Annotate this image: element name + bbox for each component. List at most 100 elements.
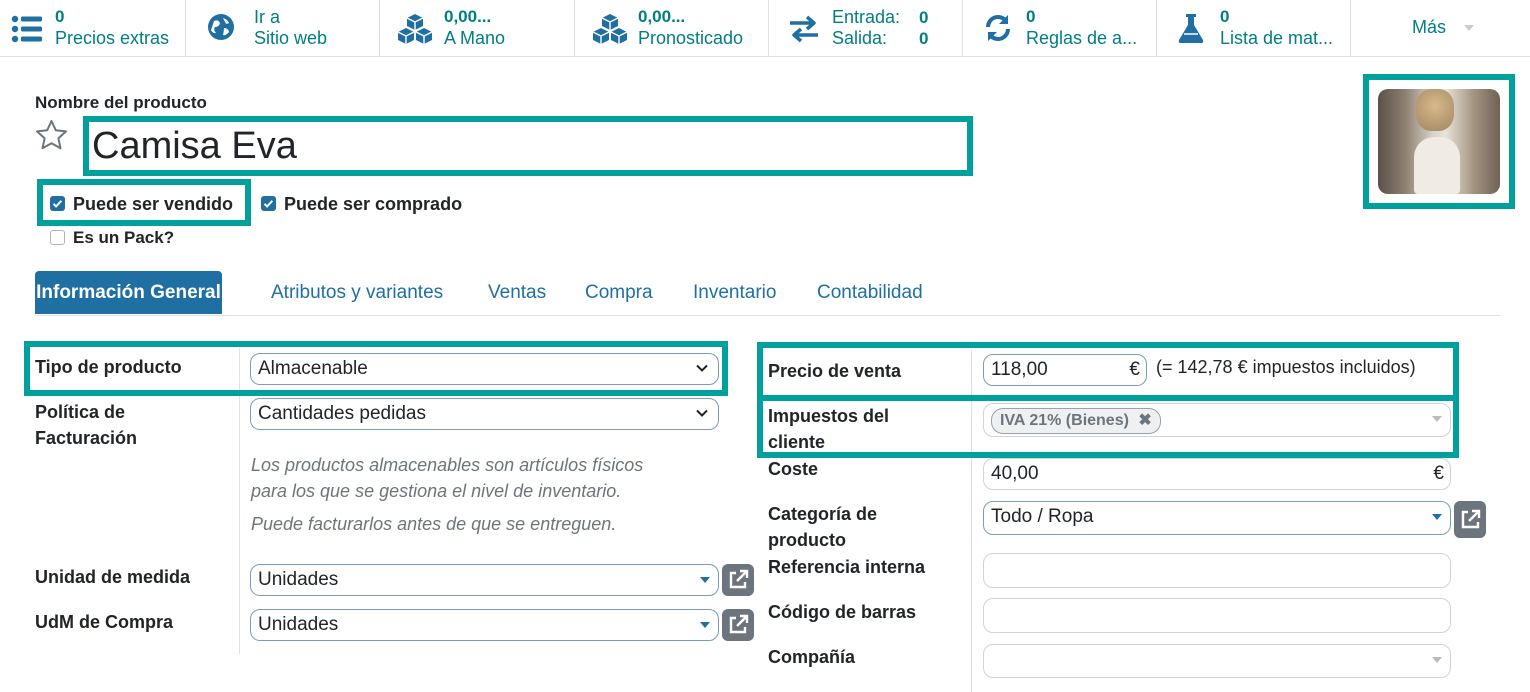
- external-link-icon: [729, 569, 749, 589]
- barcode-label: Código de barras: [768, 602, 917, 622]
- category-label-2: producto: [768, 530, 846, 550]
- product-name-label: Nombre del producto: [35, 93, 207, 112]
- star-icon[interactable]: [35, 119, 68, 152]
- smart-button-bar: 0 Precios extras Ir a Sitio web 0,00... …: [0, 0, 1530, 57]
- forecasted-button[interactable]: 0,00... Pronosticado: [575, 0, 769, 56]
- notebook-tabs: Información General Atributos y variante…: [35, 271, 1500, 316]
- external-link-icon: [1461, 509, 1481, 529]
- website-label: Sitio web: [254, 28, 328, 48]
- outgoing-count: 0: [919, 29, 929, 48]
- company-input[interactable]: [983, 644, 1451, 678]
- tax-tag-label: IVA 21% (Bienes): [1000, 412, 1129, 429]
- category-input[interactable]: Todo / Ropa: [983, 501, 1451, 535]
- on-hand-button[interactable]: 0,00... A Mano: [380, 0, 575, 56]
- caret-down-icon: [1432, 657, 1442, 663]
- bom-label: Lista de mat...: [1220, 28, 1334, 48]
- invoice-policy-help: Puede facturarlos antes de que se entreg…: [251, 514, 617, 534]
- tab-sales[interactable]: Ventas: [488, 271, 546, 314]
- column-divider: [971, 350, 972, 692]
- product-name-input[interactable]: Camisa Eva: [88, 120, 966, 170]
- check-icon: [263, 200, 274, 208]
- cost-value: 40,00: [991, 463, 1039, 484]
- currency-symbol: €: [1433, 463, 1444, 484]
- list-icon: [11, 15, 42, 43]
- external-link-icon: [729, 614, 749, 634]
- chevron-down-icon: [696, 364, 708, 372]
- caret-down-icon: [1432, 514, 1442, 520]
- hair-shape: [1416, 89, 1454, 131]
- invoice-policy-label-1: Política de: [35, 402, 126, 422]
- product-name-value: Camisa Eva: [92, 125, 297, 167]
- tab-accounting[interactable]: Contabilidad: [817, 271, 923, 314]
- cubes-icon: [592, 14, 628, 44]
- uom-input[interactable]: Unidades: [250, 564, 719, 596]
- barcode-input[interactable]: [983, 598, 1451, 633]
- shirt-shape: [1414, 137, 1460, 194]
- customer-taxes-input[interactable]: IVA 21% (Bienes) ✖: [983, 403, 1451, 437]
- is-pack-label: Es un Pack?: [73, 228, 175, 247]
- sale-price-value: 118,00: [991, 359, 1048, 380]
- po-uom-external-link-button[interactable]: [722, 609, 754, 641]
- on-hand-label: A Mano: [444, 28, 506, 48]
- product-type-select[interactable]: Almacenable: [250, 353, 719, 385]
- tab-purchase[interactable]: Compra: [585, 271, 653, 314]
- in-out-button[interactable]: Entrada: 0 Salida: 0: [769, 0, 963, 56]
- globe-icon: [208, 14, 234, 40]
- product-type-help-2: para los que se gestiona el nivel de inv…: [251, 481, 622, 501]
- cost-label: Coste: [768, 459, 819, 479]
- remove-tag-icon[interactable]: ✖: [1138, 412, 1151, 429]
- cubes-icon: [397, 14, 433, 44]
- tab-attributes[interactable]: Atributos y variantes: [271, 271, 443, 314]
- internal-ref-input[interactable]: [983, 553, 1451, 588]
- reorder-rules-label: Reglas de a...: [1026, 28, 1138, 48]
- refresh-icon: [986, 15, 1010, 41]
- product-image[interactable]: [1378, 89, 1500, 194]
- invoice-policy-value: Cantidades pedidas: [258, 403, 426, 424]
- invoice-policy-select[interactable]: Cantidades pedidas: [250, 398, 719, 430]
- uom-external-link-button[interactable]: [722, 564, 754, 596]
- can-be-sold-checkbox[interactable]: [50, 196, 65, 211]
- chevron-down-icon: [1464, 25, 1474, 31]
- customer-taxes-label-1: Impuestos del: [768, 406, 890, 426]
- column-divider: [239, 348, 240, 654]
- forecasted-label: Pronosticado: [638, 28, 744, 48]
- cost-input[interactable]: 40,00 €: [983, 458, 1451, 490]
- incoming-label: Entrada:: [832, 7, 901, 27]
- sale-price-label: Precio de venta: [768, 361, 902, 381]
- more-label: Más: [1412, 17, 1447, 37]
- product-type-label: Tipo de producto: [35, 357, 182, 377]
- extra-prices-button[interactable]: 0 Precios extras: [0, 0, 186, 56]
- category-external-link-button[interactable]: [1454, 501, 1486, 538]
- can-be-purchased-checkbox[interactable]: [261, 196, 276, 211]
- on-hand-qty: 0,00...: [444, 7, 492, 26]
- website-button[interactable]: Ir a Sitio web: [186, 0, 380, 56]
- can-be-purchased-label: Puede ser comprado: [284, 194, 463, 214]
- company-label: Compañía: [768, 647, 856, 667]
- reorder-rules-count: 0: [1026, 7, 1036, 26]
- customer-taxes-label-2: cliente: [768, 432, 826, 452]
- category-value: Todo / Ropa: [991, 506, 1094, 527]
- flask-icon: [1178, 14, 1204, 43]
- internal-ref-label: Referencia interna: [768, 557, 926, 577]
- po-uom-input[interactable]: Unidades: [250, 609, 719, 641]
- can-be-sold-label: Puede ser vendido: [73, 194, 234, 214]
- tax-tag[interactable]: IVA 21% (Bienes) ✖: [991, 408, 1161, 434]
- forecasted-qty: 0,00...: [638, 7, 686, 26]
- product-type-value: Almacenable: [258, 358, 368, 379]
- more-button[interactable]: Más: [1351, 0, 1530, 56]
- tab-general-info[interactable]: Información General: [35, 271, 222, 314]
- po-uom-value: Unidades: [258, 614, 339, 635]
- is-pack-checkbox[interactable]: [50, 230, 65, 245]
- incoming-count: 0: [919, 8, 929, 27]
- tab-inventory[interactable]: Inventario: [693, 271, 776, 314]
- outgoing-label: Salida:: [832, 28, 888, 48]
- category-label-1: Categoría de: [768, 504, 878, 524]
- currency-symbol: €: [1129, 359, 1140, 380]
- invoice-policy-label-2: Facturación: [35, 428, 138, 448]
- uom-label: Unidad de medida: [35, 567, 191, 587]
- sale-price-input[interactable]: 118,00 €: [983, 354, 1147, 386]
- caret-down-icon: [700, 577, 710, 583]
- caret-down-icon: [1432, 416, 1442, 422]
- bom-button[interactable]: 0 Lista de mat...: [1157, 0, 1351, 56]
- reorder-rules-button[interactable]: 0 Reglas de a...: [963, 0, 1157, 56]
